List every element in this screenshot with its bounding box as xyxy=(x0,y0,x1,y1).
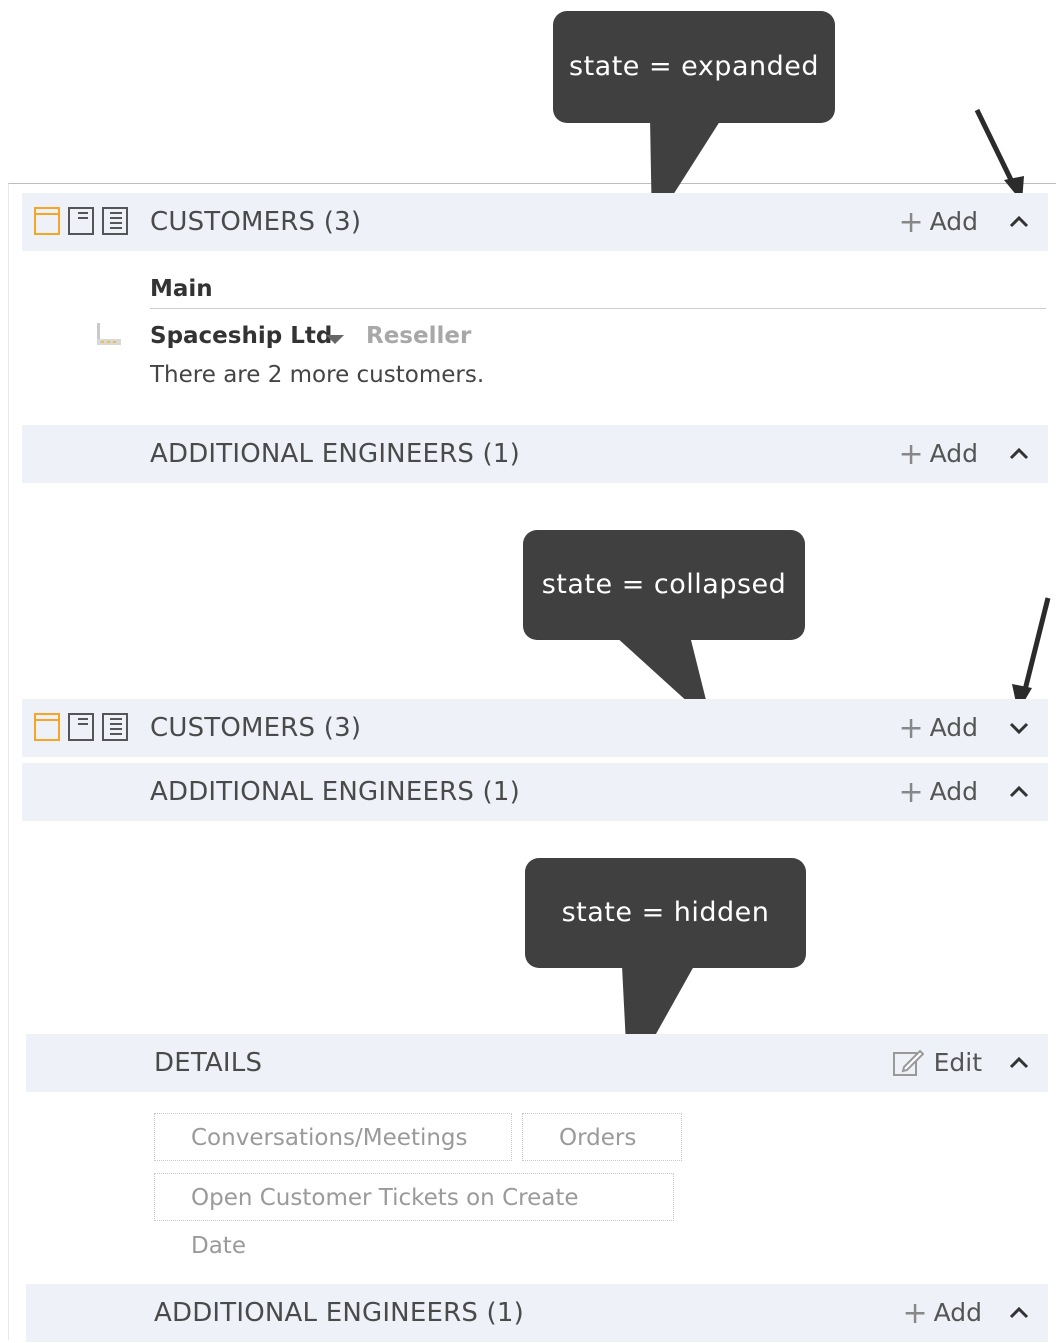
callout-bubble: state = collapsed xyxy=(523,530,805,640)
add-button[interactable]: + Add xyxy=(902,1284,982,1343)
divider xyxy=(150,308,1046,309)
chevron-up-icon[interactable] xyxy=(1008,443,1030,465)
details-section-header: DETAILS Edit xyxy=(26,1034,1048,1092)
layout-list-icon[interactable] xyxy=(102,207,128,235)
tag-button[interactable]: Open Customer Tickets on Create Date xyxy=(154,1173,674,1259)
customer-role: Reseller xyxy=(366,323,472,349)
layout-single-icon[interactable] xyxy=(34,207,60,235)
layout-two-column-icon[interactable] xyxy=(68,207,94,235)
engineers-section-header: ADDITIONAL ENGINEERS (1) + Add xyxy=(26,1284,1048,1342)
add-label: Add xyxy=(929,713,978,742)
chevron-up-icon[interactable] xyxy=(1008,1302,1030,1324)
layout-list-icon[interactable] xyxy=(102,713,128,741)
add-label: Add xyxy=(929,439,978,468)
edit-icon xyxy=(892,1049,924,1076)
plus-icon: + xyxy=(902,1296,928,1331)
add-button[interactable]: + Add xyxy=(898,425,978,484)
section-title: ADDITIONAL ENGINEERS (1) xyxy=(150,439,520,469)
plus-icon: + xyxy=(898,437,924,472)
section-title: CUSTOMERS (3) xyxy=(150,207,362,237)
add-button[interactable]: + Add xyxy=(898,699,978,758)
customers-section-header: CUSTOMERS (3) + Add xyxy=(22,699,1048,757)
add-button[interactable]: + Add xyxy=(898,193,978,252)
subheading: Main xyxy=(150,276,213,302)
edit-button[interactable]: Edit xyxy=(892,1034,982,1092)
chevron-up-icon[interactable] xyxy=(1008,211,1030,233)
customer-name-link[interactable]: Spaceship Ltd xyxy=(150,323,332,349)
plus-icon: + xyxy=(898,205,924,240)
chevron-up-icon[interactable] xyxy=(1008,1052,1030,1074)
add-label: Add xyxy=(929,777,978,806)
layout-two-column-icon[interactable] xyxy=(68,713,94,741)
section-title: ADDITIONAL ENGINEERS (1) xyxy=(154,1298,524,1328)
callout-bubble: state = hidden xyxy=(525,858,806,968)
chevron-down-icon[interactable] xyxy=(1008,717,1030,739)
plus-icon: + xyxy=(898,711,924,746)
callout-bubble: state = expanded xyxy=(553,11,835,123)
engineers-section-header: ADDITIONAL ENGINEERS (1) + Add xyxy=(22,763,1048,821)
customers-section-header: CUSTOMERS (3) + Add xyxy=(22,193,1048,251)
plus-icon: + xyxy=(898,775,924,810)
add-button[interactable]: + Add xyxy=(898,763,978,822)
section-title: ADDITIONAL ENGINEERS (1) xyxy=(150,777,520,807)
section-title: DETAILS xyxy=(154,1048,263,1078)
factory-icon xyxy=(97,323,121,345)
section-title: CUSTOMERS (3) xyxy=(150,713,362,743)
tag-button[interactable]: Conversations/Meetings xyxy=(154,1113,512,1161)
add-label: Add xyxy=(929,207,978,236)
edit-label: Edit xyxy=(933,1048,982,1077)
layout-single-icon[interactable] xyxy=(34,713,60,741)
dropdown-caret-icon[interactable] xyxy=(326,335,344,345)
engineers-section-header: ADDITIONAL ENGINEERS (1) + Add xyxy=(22,425,1048,483)
add-label: Add xyxy=(933,1298,982,1327)
tag-button[interactable]: Orders xyxy=(522,1113,682,1161)
chevron-up-icon[interactable] xyxy=(1008,781,1030,803)
panel-frame xyxy=(8,183,1056,1340)
more-customers-text: There are 2 more customers. xyxy=(150,362,485,388)
